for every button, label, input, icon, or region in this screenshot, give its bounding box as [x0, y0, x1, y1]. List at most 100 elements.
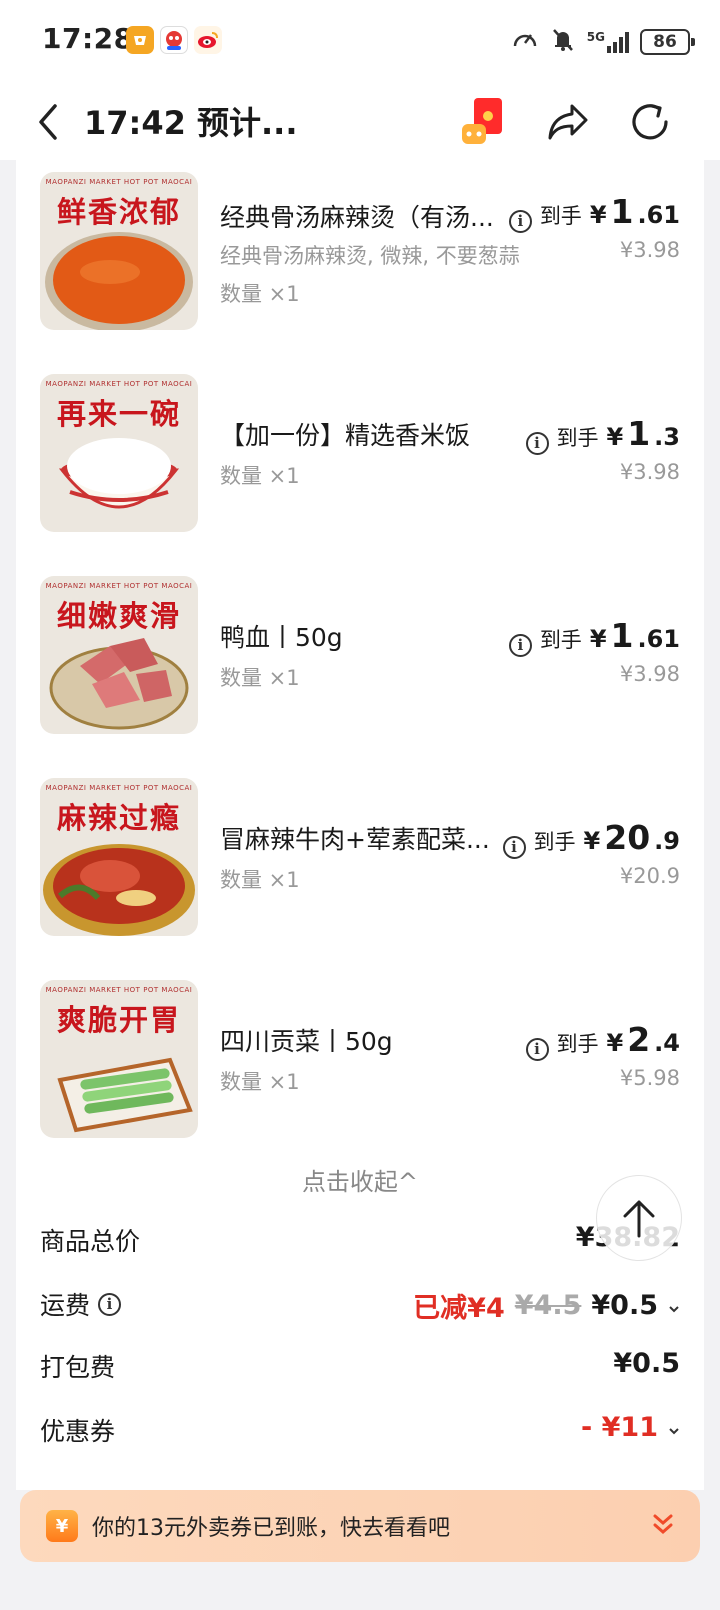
list-item[interactable]: MAOPANZI MARKET HOT POT MAOCAI 细嫩爽滑 鸭血丨5… — [40, 576, 680, 736]
chevron-down-icon — [668, 1412, 680, 1443]
chevron-down-icon — [668, 1290, 680, 1321]
red-packet-icon — [462, 98, 502, 144]
battery-indicator: 86 — [640, 29, 695, 55]
list-item[interactable]: MAOPANZI MARKET HOT POT MAOCAI 麻辣过瘾 冒麻辣牛… — [40, 778, 680, 938]
item-name: 经典骨汤麻辣烫（有汤... — [220, 203, 494, 232]
thumb-brand: MAOPANZI MARKET HOT POT MAOCAI — [45, 582, 193, 590]
item-price: i 到手 ¥20.9 — [502, 818, 680, 859]
price-currency: ¥ — [606, 423, 624, 451]
price-decimal: .3 — [654, 423, 680, 451]
status-time: 17:28 — [42, 22, 134, 55]
arrival-label: 到手 — [533, 830, 576, 854]
coupon-icon: ¥ — [46, 1510, 78, 1542]
price-integer: 20 — [604, 818, 651, 857]
back-button[interactable] — [28, 98, 68, 146]
price-currency: ¥ — [589, 625, 607, 653]
arrival-label: 到手 — [556, 426, 599, 450]
delivery-original: ¥4.5 — [514, 1290, 582, 1321]
thumb-brand: MAOPANZI MARKET HOT POT MAOCAI — [45, 178, 193, 186]
price-integer: 1 — [610, 616, 634, 655]
goods-total-row: 商品总价 ¥38.82 — [40, 1222, 680, 1262]
coupon-value-group: - ¥11 — [581, 1412, 680, 1443]
item-price: i 到手 ¥1.3 — [525, 414, 680, 455]
thumb-brand: MAOPANZI MARKET HOT POT MAOCAI — [45, 380, 193, 388]
page-header: 17:42 预计... — [0, 84, 720, 160]
item-quantity: 数量 ×1 — [220, 282, 300, 306]
thumb-label: 再来一碗 — [56, 397, 181, 431]
list-item[interactable]: MAOPANZI MARKET HOT POT MAOCAI 再来一碗 【加一份… — [40, 374, 680, 534]
price-decimal: .61 — [637, 625, 680, 653]
original-price: ¥3.98 — [619, 238, 680, 262]
refresh-button[interactable] — [622, 94, 678, 150]
chevron-left-icon — [39, 104, 57, 140]
status-right: 5G 86 — [511, 26, 695, 58]
info-icon[interactable]: i — [98, 1292, 122, 1316]
delivery-fee-value-group: 已减¥4 ¥4.5 ¥0.5 — [413, 1286, 680, 1325]
price-decimal: .9 — [654, 827, 680, 855]
coupon-notice-text: 你的13元外卖券已到账，快去看看吧 — [92, 1516, 450, 1541]
list-item[interactable]: MAOPANZI MARKET HOT POT MAOCAI 爽脆开胃 四川贡菜… — [40, 980, 680, 1140]
coupon-row[interactable]: 优惠券 - ¥11 — [40, 1412, 680, 1452]
info-icon[interactable]: i — [525, 432, 549, 455]
thumb-brand: MAOPANZI MARKET HOT POT MAOCAI — [45, 784, 193, 792]
signal-icon: 5G — [587, 30, 630, 54]
collapse-button[interactable]: 点击收起^ — [16, 1162, 704, 1197]
delivery-fee-label-group: 运费 i — [40, 1286, 125, 1322]
scroll-to-top-button[interactable] — [596, 1175, 682, 1261]
network-type: 5G — [586, 30, 605, 44]
list-item[interactable]: MAOPANZI MARKET HOT POT MAOCAI 鲜香浓郁 经典骨汤… — [40, 172, 680, 332]
delivery-fee-row[interactable]: 运费 i 已减¥4 ¥4.5 ¥0.5 — [40, 1286, 680, 1326]
speed-icon — [511, 26, 539, 58]
item-name: 鸭血丨50g — [220, 623, 343, 652]
price-integer: 1 — [627, 414, 651, 453]
coupon-label: 优惠券 — [40, 1417, 116, 1446]
info-icon[interactable]: i — [508, 210, 532, 233]
info-icon[interactable]: i — [525, 1038, 549, 1061]
price-currency: ¥ — [606, 1029, 624, 1057]
delivery-fee-label: 运费 — [40, 1291, 91, 1320]
packing-fee-label: 打包费 — [40, 1353, 116, 1382]
item-name: 【加一份】精选香米饭 — [220, 421, 471, 450]
arrival-label: 到手 — [539, 204, 582, 228]
delivery-discount: 已减¥4 — [413, 1293, 505, 1324]
arrow-up-icon — [623, 1200, 655, 1238]
item-quantity: 数量 ×1 — [220, 1070, 300, 1094]
item-spec: 经典骨汤麻辣烫, 微辣, 不要葱蒜 — [220, 244, 520, 268]
thumb-label: 鲜香浓郁 — [56, 195, 181, 229]
thumb-label: 麻辣过瘾 — [56, 801, 181, 835]
share-button[interactable] — [540, 94, 596, 150]
app-game-icon — [160, 26, 188, 54]
packing-fee-value: ¥0.5 — [613, 1348, 680, 1379]
price-integer: 2 — [627, 1020, 651, 1059]
original-price: ¥20.9 — [619, 864, 680, 888]
item-name: 四川贡菜丨50g — [220, 1027, 393, 1056]
coupon-notice-banner[interactable]: ¥ 你的13元外卖券已到账，快去看看吧 — [20, 1490, 700, 1562]
info-icon[interactable]: i — [502, 836, 526, 859]
double-chevron-down-icon[interactable] — [652, 1510, 674, 1544]
battery-level: 86 — [653, 32, 677, 52]
item-thumbnail: MAOPANZI MARKET HOT POT MAOCAI 细嫩爽滑 — [40, 576, 198, 734]
thumb-label: 细嫩爽滑 — [56, 599, 181, 633]
app-notification-icon — [126, 26, 154, 54]
packing-fee-row: 打包费 ¥0.5 — [40, 1348, 680, 1388]
item-thumbnail: MAOPANZI MARKET HOT POT MAOCAI 爽脆开胃 — [40, 980, 198, 1138]
status-app-icons — [126, 26, 222, 54]
info-icon[interactable]: i — [508, 634, 532, 657]
original-price: ¥5.98 — [619, 1066, 680, 1090]
item-thumbnail: MAOPANZI MARKET HOT POT MAOCAI 再来一碗 — [40, 374, 198, 532]
red-packet-button[interactable] — [456, 94, 512, 150]
item-thumbnail: MAOPANZI MARKET HOT POT MAOCAI 鲜香浓郁 — [40, 172, 198, 330]
share-icon — [548, 104, 588, 140]
price-currency: ¥ — [589, 201, 607, 229]
page-title: 17:42 预计... — [84, 104, 298, 142]
refresh-icon — [632, 104, 668, 140]
item-price: i 到手 ¥1.61 — [508, 192, 680, 233]
original-price: ¥3.98 — [619, 460, 680, 484]
arrival-label: 到手 — [556, 1032, 599, 1056]
delivery-value: ¥0.5 — [591, 1290, 658, 1321]
item-price: i 到手 ¥1.61 — [508, 616, 680, 657]
thumb-label: 爽脆开胃 — [56, 1003, 181, 1037]
item-thumbnail: MAOPANZI MARKET HOT POT MAOCAI 麻辣过瘾 — [40, 778, 198, 936]
item-name: 冒麻辣牛肉+荤素配菜... — [220, 825, 490, 854]
weibo-icon — [194, 26, 222, 54]
